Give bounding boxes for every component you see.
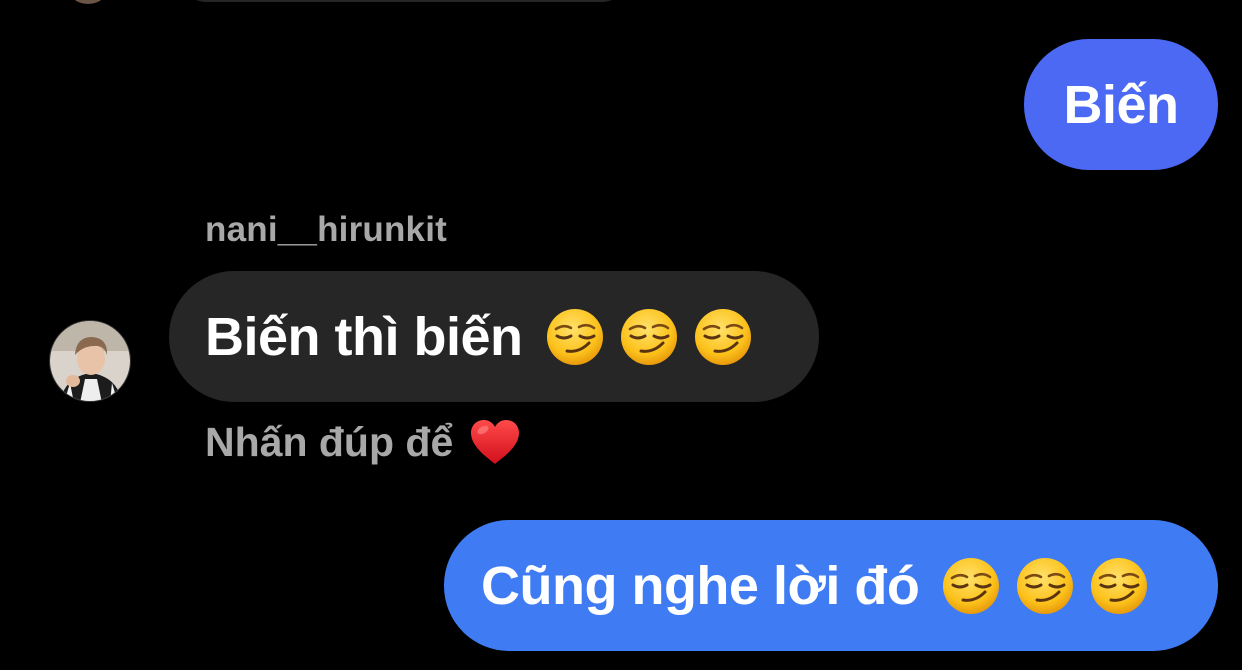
red-heart-icon <box>471 420 520 464</box>
smirking-face-icon <box>1015 556 1075 616</box>
smirking-face-icon <box>693 307 753 367</box>
smirking-face-icon <box>545 307 605 367</box>
previous-avatar <box>66 0 110 4</box>
previous-message-bubble <box>176 0 632 2</box>
profile-photo-icon <box>50 321 130 401</box>
double-tap-hint-text: Nhấn đúp để <box>205 418 454 465</box>
avatar[interactable] <box>49 320 131 402</box>
outgoing-message-text: Cũng nghe lời đó <box>481 555 920 616</box>
sender-username[interactable]: nani__hirunkit <box>205 210 447 250</box>
double-tap-hint[interactable]: Nhấn đúp để <box>205 413 521 471</box>
smirking-face-icon <box>941 556 1001 616</box>
outgoing-message-bubble[interactable]: Cũng nghe lời đó <box>444 520 1218 651</box>
smirking-face-icon <box>1089 556 1149 616</box>
emoji-group <box>545 307 753 367</box>
emoji-group <box>941 556 1149 616</box>
incoming-message-text: Biến thì biến <box>205 306 523 367</box>
outgoing-message-bubble[interactable]: Biến <box>1024 39 1218 170</box>
smirking-face-icon <box>619 307 679 367</box>
incoming-message-bubble[interactable]: Biến thì biến <box>169 271 819 402</box>
outgoing-message-text: Biến <box>1063 74 1179 135</box>
